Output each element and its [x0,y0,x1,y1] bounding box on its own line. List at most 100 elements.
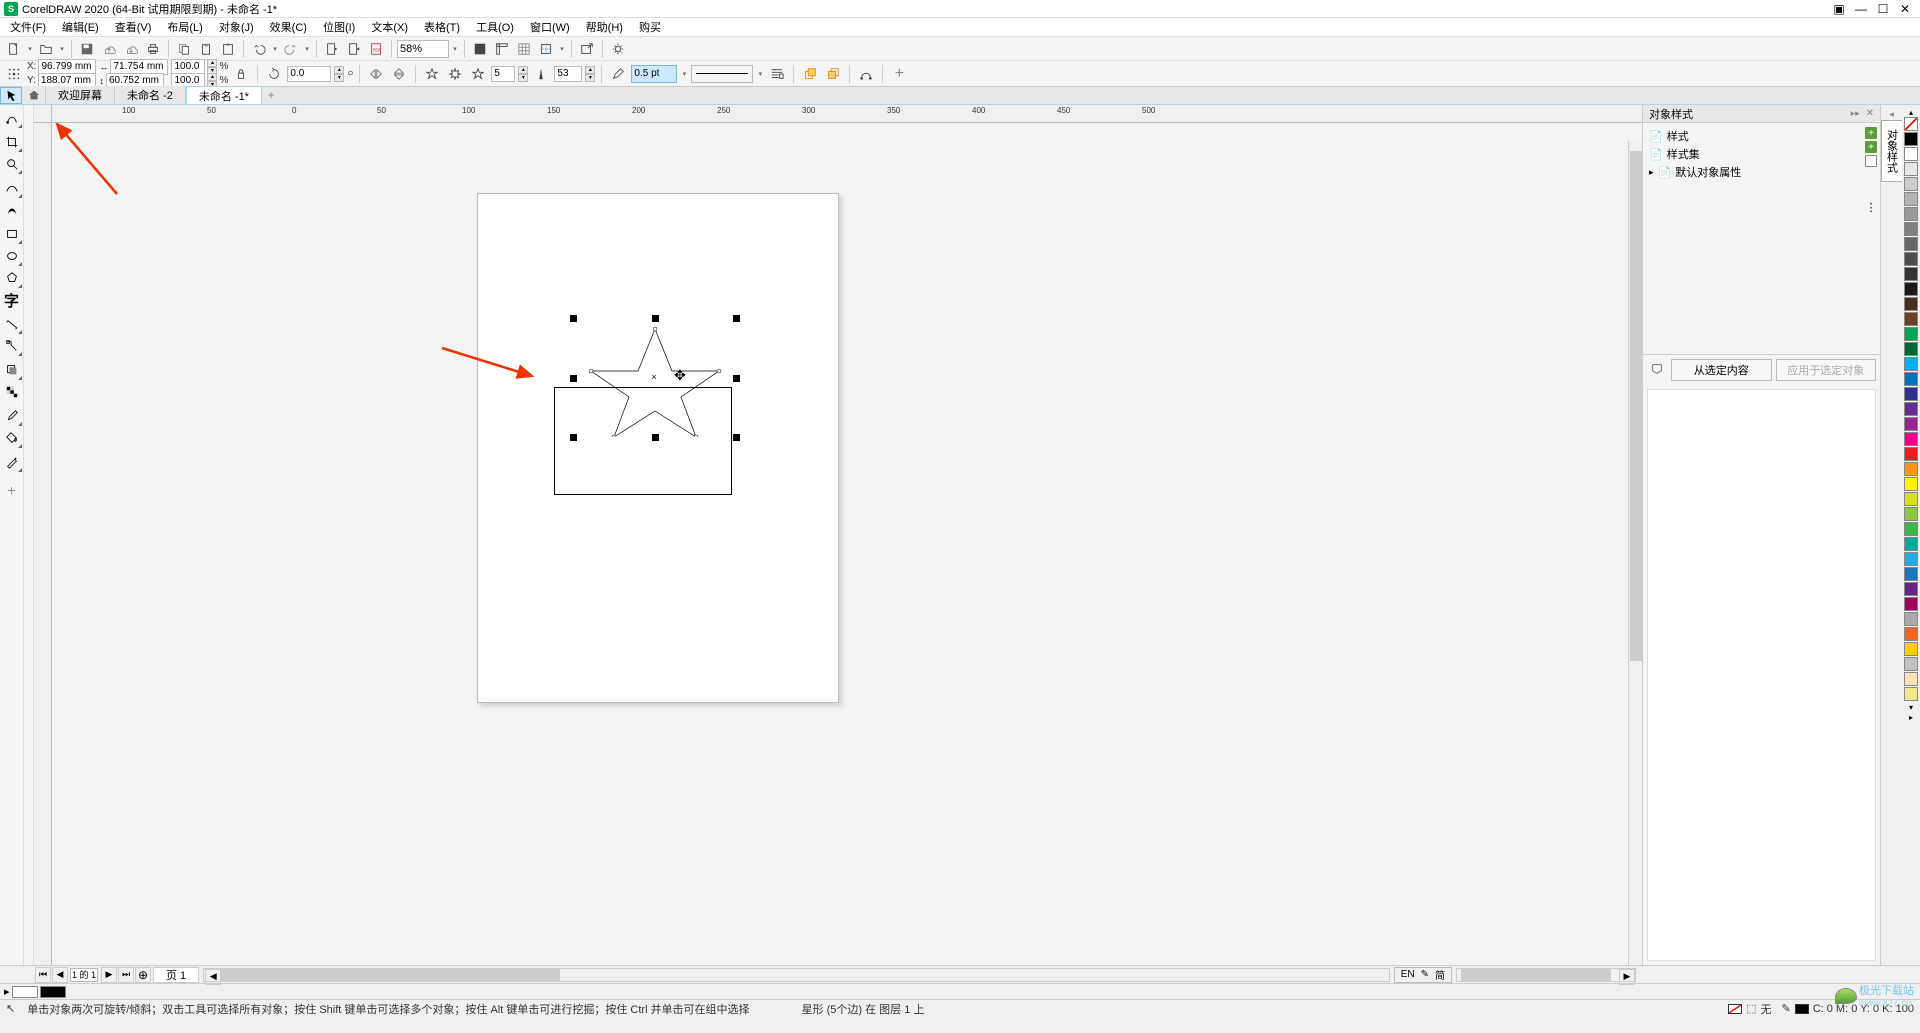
object-origin-icon[interactable] [4,64,24,84]
undo-dropdown[interactable]: ▾ [271,39,279,59]
star-selection-box[interactable]: × ✥ [574,319,736,437]
color-swatch-20[interactable] [1904,432,1918,446]
color-swatch-30[interactable] [1904,582,1918,596]
polygon-tool[interactable] [1,267,23,289]
drop-shadow-tool[interactable] [1,359,23,381]
connector-tool[interactable] [1,335,23,357]
add-style-button[interactable]: + [1865,127,1877,139]
horizontal-scrollbar[interactable]: ◀ [203,968,1390,982]
apply-style-icon-button[interactable] [1647,359,1667,379]
ellipse-tool[interactable] [1,245,23,267]
pick-tool-shortcut[interactable] [0,87,22,104]
mirror-h-button[interactable] [366,64,386,84]
menu-file[interactable]: 文件(F) [2,17,54,37]
page-next-button[interactable]: ▶ [101,967,117,983]
no-color-swatch[interactable] [1904,117,1918,131]
color-swatch-3[interactable] [1904,177,1918,191]
minimize-button[interactable]: — [1850,1,1872,17]
line-style-selector[interactable] [691,65,753,83]
rulers-button[interactable] [492,39,512,59]
text-tool[interactable]: 字 [1,289,23,311]
star-outline-icon[interactable] [422,64,442,84]
color-swatch-26[interactable] [1904,522,1918,536]
page-last-button[interactable]: ⏭ [118,967,134,983]
color-swatch-31[interactable] [1904,597,1918,611]
to-front-button[interactable] [800,64,820,84]
color-swatch-35[interactable] [1904,657,1918,671]
vertical-ruler[interactable] [34,123,52,965]
page-prev-button[interactable]: ◀ [52,967,68,983]
color-swatch-19[interactable] [1904,417,1918,431]
ruler-origin[interactable] [34,105,52,123]
fullscreen-button[interactable] [470,39,490,59]
color-swatch-8[interactable] [1904,252,1918,266]
save-button[interactable] [77,39,97,59]
menu-effects[interactable]: 效果(C) [262,17,315,37]
new-button[interactable] [4,39,24,59]
selection-handle-n[interactable] [652,315,659,322]
convert-curves-button[interactable] [856,64,876,84]
language-indicator[interactable]: EN✎简 [1394,967,1452,983]
selection-handle-w[interactable] [570,375,577,382]
redo-button[interactable] [281,39,301,59]
options-button[interactable] [608,39,628,59]
zoom-tool[interactable] [1,153,23,175]
horizontal-ruler[interactable]: 100 50 0 50 100 150 200 250 300 350 400 … [52,105,1642,123]
docker-close-icon[interactable]: ✕ [1866,108,1874,119]
new-dropdown[interactable]: ▾ [26,39,34,59]
cloud-down-button[interactable] [121,39,141,59]
menu-text[interactable]: 文本(X) [363,17,416,37]
export-button[interactable] [344,39,364,59]
color-swatch-33[interactable] [1904,627,1918,641]
outline-width-dropdown[interactable]: ▾ [680,64,688,84]
docker-collapse-icon[interactable]: ▸▸ [1851,108,1860,119]
selection-handle-ne[interactable] [733,315,740,322]
star-points-spinner[interactable]: ▴▾ [518,66,528,82]
color-swatch-14[interactable] [1904,342,1918,356]
color-swatch-11[interactable] [1904,297,1918,311]
hscroll-thumb-2[interactable] [1461,969,1611,981]
selection-handle-e[interactable] [733,375,740,382]
star-sharpness-spinner[interactable]: ▴▾ [585,66,595,82]
color-swatch-10[interactable] [1904,282,1918,296]
cloud-up-button[interactable] [99,39,119,59]
color-swatch-0[interactable] [1904,132,1918,146]
selection-handle-se[interactable] [733,434,740,441]
launch-button[interactable] [577,39,597,59]
color-swatch-34[interactable] [1904,642,1918,656]
complex-star-icon[interactable] [445,64,465,84]
import-button[interactable] [322,39,342,59]
crop-tool[interactable] [1,131,23,153]
open-button[interactable] [36,39,56,59]
tab-doc1[interactable]: 未命名 -1* [186,86,262,104]
selection-handle-sw[interactable] [570,434,577,441]
color-swatch-32[interactable] [1904,612,1918,626]
rotation-input[interactable] [287,66,331,82]
color-swatch-21[interactable] [1904,447,1918,461]
menu-buy[interactable]: 购买 [631,17,669,37]
clipboard-button[interactable] [218,39,238,59]
home-tab[interactable] [22,86,46,104]
menu-table[interactable]: 表格(T) [416,17,468,37]
palette-flyout-button[interactable]: ▸ [1904,712,1918,722]
hscroll-thumb[interactable] [220,969,560,981]
lock-ratio-button[interactable] [231,64,251,84]
menu-view[interactable]: 查看(V) [107,17,160,37]
close-button[interactable]: ✕ [1894,1,1916,17]
expand-icon[interactable]: ▸ [1649,167,1654,178]
color-swatch-4[interactable] [1904,192,1918,206]
vertical-scrollbar-thumb[interactable] [1630,151,1642,661]
outline-tool[interactable] [1,451,23,473]
line-style-dropdown[interactable]: ▾ [756,64,764,84]
menu-edit[interactable]: 编辑(E) [54,17,107,37]
quick-customize-button[interactable]: + [1,479,23,501]
to-back-button[interactable] [823,64,843,84]
rectangle-tool[interactable] [1,223,23,245]
open-dropdown[interactable]: ▾ [58,39,66,59]
tree-item-defaults[interactable]: ▸📄默认对象属性 [1647,163,1858,181]
fill-indicator[interactable]: ⬚无 [1728,1001,1771,1017]
eyedropper-tool[interactable] [1,405,23,427]
color-swatch-13[interactable] [1904,327,1918,341]
star-points-input[interactable] [491,66,515,82]
hscroll-right[interactable]: ▶ [1619,969,1635,985]
